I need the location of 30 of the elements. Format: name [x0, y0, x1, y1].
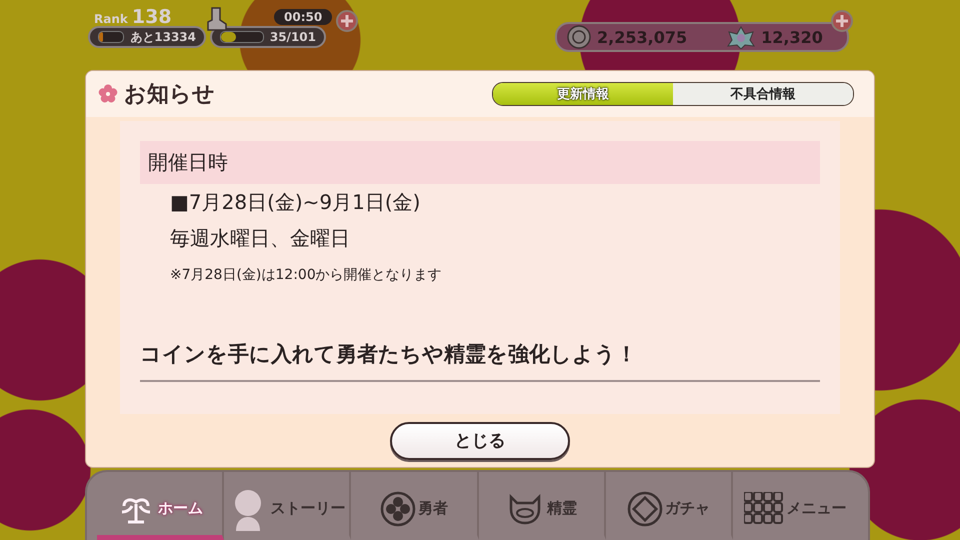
- notice-tab[interactable]: 不具合情報: [673, 83, 853, 105]
- plus-icon[interactable]: [336, 10, 358, 32]
- coin-icon: [567, 25, 591, 49]
- close-button[interactable]: とじる: [390, 422, 570, 460]
- lotus-icon: [727, 25, 756, 49]
- schedule-line: ■7月28日(金)~9月1日(金): [170, 189, 422, 216]
- rank-number: 138: [132, 6, 172, 28]
- nav-tab[interactable]: 精霊: [478, 472, 606, 540]
- plus-icon[interactable]: [831, 10, 853, 32]
- gem-count: 12,320: [761, 28, 823, 46]
- exp-remaining: あと13334: [130, 28, 196, 46]
- blossom-icon: [98, 84, 118, 104]
- stamina-timer: 00:50: [274, 9, 332, 25]
- coin-count: 2,253,075: [597, 28, 688, 46]
- rank-label: Rank: [94, 12, 128, 26]
- schedule-note: ※7月28日(金)は12:00から開催となります: [170, 266, 443, 284]
- medallion-icon: [626, 490, 663, 526]
- section-heading: 開催日時: [140, 141, 820, 184]
- schedule-line: 毎週水曜日、金曜日: [170, 225, 351, 252]
- stamina-bar: [220, 31, 264, 43]
- dialog-title: お知らせ: [124, 81, 216, 109]
- notice-message: コインを手に入れて勇者たちや精霊を強化しよう！: [140, 340, 820, 382]
- nav-tab[interactable]: メニュー: [732, 472, 858, 540]
- stamina-count: 35/101: [270, 30, 316, 44]
- exp-bar: [98, 31, 124, 43]
- nav-tab[interactable]: ガチャ: [606, 472, 733, 540]
- nav-tab[interactable]: ストーリー: [224, 472, 352, 540]
- nav-tab[interactable]: 勇者: [351, 472, 479, 540]
- grid-icon: [744, 492, 784, 526]
- crest-icon: [380, 490, 416, 526]
